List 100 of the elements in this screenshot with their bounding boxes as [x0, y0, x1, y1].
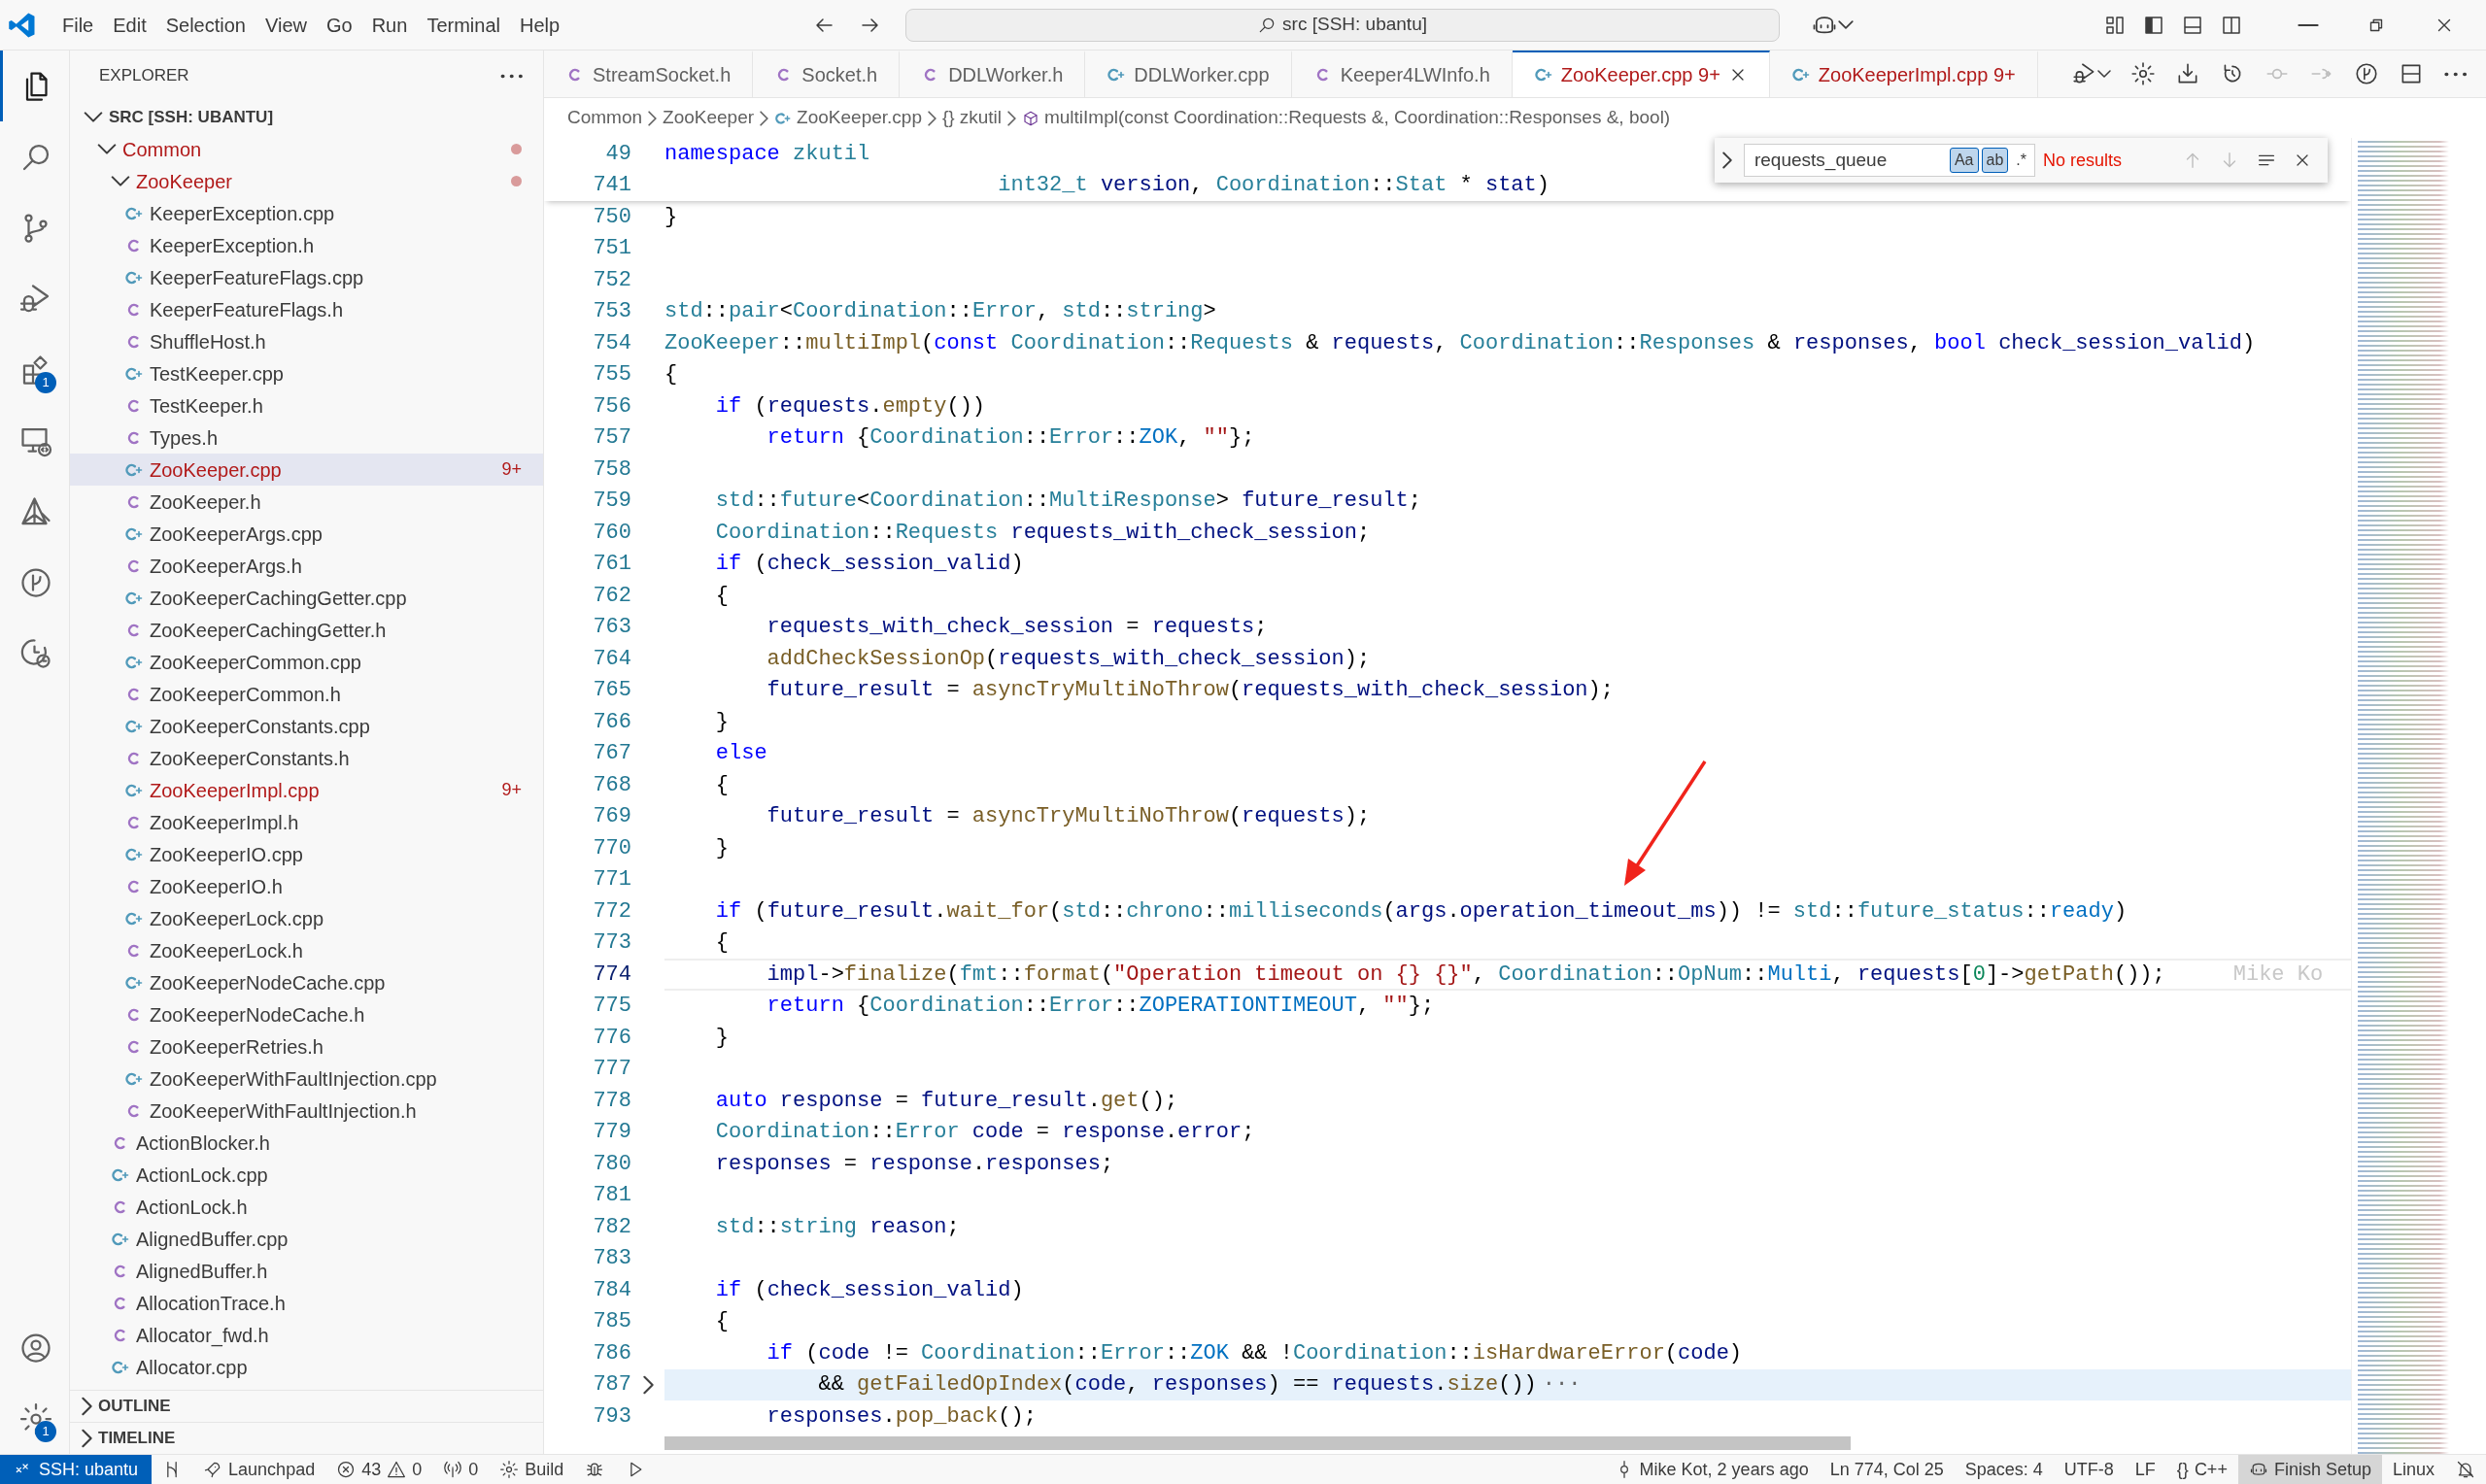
explorer-source-row[interactable]: ZooKeeperCommon.h	[70, 678, 543, 710]
explorer-source-row[interactable]: AlignedBuffer.h	[70, 1255, 543, 1287]
horizontal-scrollbar[interactable]	[664, 1435, 1851, 1450]
editor-tab[interactable]: DDLWorker.h	[900, 51, 1086, 97]
activity-bar-item[interactable]: 1	[0, 1383, 69, 1454]
explorer-source-row[interactable]: ZooKeeperImpl.h	[70, 806, 543, 838]
editor-tab[interactable]: StreamSocket.h	[544, 51, 754, 97]
explorer-source-row[interactable]: ShuffleHost.h	[70, 325, 543, 357]
build-item[interactable]: Build	[489, 1455, 575, 1484]
line-number: 763	[592, 614, 631, 642]
explorer-source-row[interactable]: ZooKeeperNodeCache.h	[70, 998, 543, 1030]
editor-tab[interactable]: Keeper4LWInfo.h	[1291, 51, 1513, 97]
explorer-source-row[interactable]: ActionLock.cpp	[70, 1159, 543, 1191]
breadcrumb-item[interactable]: Common	[567, 104, 643, 132]
chevron-down-icon	[111, 176, 130, 186]
breadcrumb-item[interactable]: ZooKeeper.cpp	[774, 104, 922, 132]
explorer-source-row[interactable]: ZooKeeperArgs.cpp	[70, 518, 543, 550]
menu-item[interactable]: Selection	[155, 6, 255, 44]
section-header[interactable]: OUTLINE	[70, 1390, 543, 1422]
explorer-source-row[interactable]: KeeperException.cpp	[70, 197, 543, 229]
explorer-source-row[interactable]: ZooKeeperNodeCache.cpp	[70, 966, 543, 998]
explorer-source-row[interactable]: ZooKeeperCachingGetter.h	[70, 614, 543, 646]
chevron-right-icon	[82, 1429, 92, 1448]
explorer-source-row[interactable]: KeeperFeatureFlags.h	[70, 293, 543, 325]
explorer-source-row[interactable]: AllocationTrace.h	[70, 1287, 543, 1319]
explorer-source-row[interactable]: ZooKeeperArgs.h	[70, 550, 543, 582]
line-number: 773	[592, 929, 631, 958]
language-item[interactable]: {} C++	[2165, 1455, 2238, 1484]
more-icon[interactable]	[500, 72, 524, 80]
encoding-item[interactable]: UTF-8	[2053, 1455, 2125, 1484]
problems-item[interactable]: 43 0	[325, 1455, 433, 1484]
code-line: return {Coordination::Error::ZOPERATIONTIMEOUT, ""};	[766, 993, 1435, 1021]
explorer-source-row[interactable]: TestKeeper.h	[70, 389, 543, 422]
menu-item[interactable]: Terminal	[417, 6, 510, 44]
explorer-folder-row[interactable]: Common	[70, 133, 543, 165]
editor-tab[interactable]: ZooKeeper.cpp 9+	[1512, 51, 1770, 97]
explorer-source-row[interactable]: Allocator_fwd.h	[70, 1319, 543, 1351]
command-center[interactable]: src [SSH: ubantu]	[904, 8, 1780, 42]
explorer-source-row[interactable]: KeeperException.h	[70, 229, 543, 261]
explorer-source-row[interactable]: TestKeeper.cpp	[70, 357, 543, 389]
line-ending-item[interactable]: LF	[2124, 1455, 2166, 1484]
find-option-toggle[interactable]: ab	[1981, 148, 2009, 173]
find-option-toggle[interactable]: Aa	[1949, 148, 1979, 173]
find-option-toggle[interactable]: .*	[2011, 148, 2031, 173]
explorer-source-row[interactable]: ZooKeeperCachingGetter.cpp	[70, 582, 543, 614]
code-line: }	[714, 834, 729, 862]
menu-item[interactable]: Help	[509, 6, 570, 44]
line-number: 766	[592, 708, 631, 736]
chevron-right-icon[interactable]	[642, 1374, 654, 1395]
explorer-source-row[interactable]: ZooKeeperRetries.h	[70, 1030, 543, 1062]
explorer-source-row[interactable]: ZooKeeperCommon.cpp	[70, 646, 543, 678]
explorer-source-row[interactable]: ZooKeeperConstants.cpp	[70, 710, 543, 742]
breadcrumb-item[interactable]: {} zkutil	[941, 104, 1002, 132]
explorer-source-row[interactable]: ActionBlocker.h	[70, 1127, 543, 1159]
cursor-position[interactable]: Ln 774, Col 25	[1819, 1455, 1955, 1484]
breadcrumb-item[interactable]: multiImpl(const Coordination::Requests &, Coordination::Responses &, bool)	[1021, 104, 1671, 132]
problem-count: 9+	[501, 458, 522, 481]
explorer-source-row[interactable]: KeeperFeatureFlags.cpp	[70, 261, 543, 293]
line-number: 741	[592, 172, 631, 200]
os-item[interactable]: Linux	[2381, 1455, 2445, 1484]
explorer-folder-row[interactable]: SRC [SSH: UBANTU]	[70, 101, 543, 133]
explorer-source-row[interactable]: ZooKeeperIO.cpp	[70, 838, 543, 870]
explorer-source-row[interactable]: AlignedBuffer.cpp	[70, 1223, 543, 1255]
warning-icon	[387, 1460, 407, 1479]
explorer-source-row[interactable]: ZooKeeperWithFaultInjection.h	[70, 1095, 543, 1127]
explorer-source-row[interactable]: ActionLock.h	[70, 1191, 543, 1223]
editor-tab[interactable]: DDLWorker.cpp	[1085, 51, 1292, 97]
menu-item[interactable]: File	[52, 6, 104, 44]
explorer-source-row[interactable]: ZooKeeperConstants.h	[70, 742, 543, 774]
activity-bar-item[interactable]: 1	[0, 334, 69, 405]
menu-item[interactable]: Edit	[103, 6, 156, 44]
explorer-folder-row[interactable]: ZooKeeper	[70, 165, 543, 197]
line-number: 767	[592, 740, 631, 768]
find-field[interactable]: requests_queue Aa ab .*	[1743, 144, 2035, 177]
explorer-source-row[interactable]: ZooKeeperLock.h	[70, 934, 543, 966]
menu-item[interactable]: Go	[317, 6, 362, 44]
explorer-source-row[interactable]: ZooKeeper.cpp 9+	[70, 454, 543, 486]
line-number: 758	[592, 455, 631, 484]
explorer-source-row[interactable]: Allocator.cpp	[70, 1351, 543, 1383]
ports-item[interactable]: 0	[432, 1455, 490, 1484]
explorer-source-row[interactable]: ZooKeeperWithFaultInjection.cpp	[70, 1062, 543, 1095]
explorer-source-row[interactable]: ZooKeeperLock.cpp	[70, 902, 543, 934]
editor-tab[interactable]: Socket.h	[753, 51, 901, 97]
launchpad-item[interactable]: Launchpad	[192, 1455, 326, 1484]
finish-setup-item[interactable]: Finish Setup	[2237, 1455, 2382, 1484]
explorer-source-row[interactable]: ZooKeeperIO.h	[70, 870, 543, 902]
explorer-source-row[interactable]: ZooKeeperImpl.cpp 9+	[70, 774, 543, 806]
menu-item[interactable]: View	[255, 6, 317, 44]
explorer-source-row[interactable]: Types.h	[70, 422, 543, 454]
blame-item[interactable]: Mike Kot, 2 years ago	[1603, 1455, 1820, 1484]
breadcrumb-item[interactable]: ZooKeeper	[663, 104, 755, 132]
folded-code-ellipsis[interactable]: ···	[1542, 1368, 1582, 1401]
explorer-source-row[interactable]: ZooKeeper.h	[70, 486, 543, 518]
indentation-item[interactable]: Spaces: 4	[1954, 1455, 2054, 1484]
menu-item[interactable]: Run	[361, 6, 418, 44]
braces-icon: {}	[941, 104, 955, 132]
editor-tab[interactable]: ZooKeeperImpl.cpp 9+	[1769, 51, 2038, 97]
remote-indicator[interactable]: SSH: ubantu	[0, 1455, 153, 1484]
chevron-down-icon	[84, 112, 103, 122]
chevron-right-icon	[82, 1397, 92, 1416]
